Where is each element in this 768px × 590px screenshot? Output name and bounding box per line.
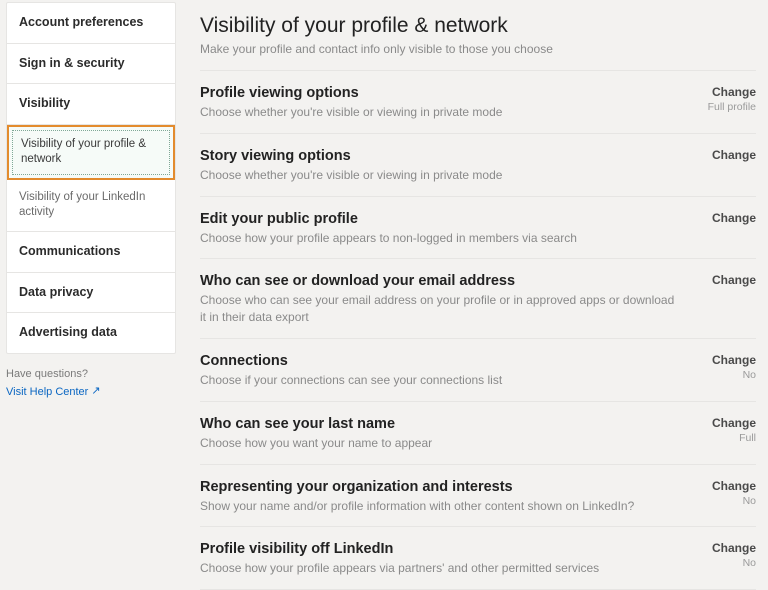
page-subtitle: Make your profile and contact info only … (200, 42, 756, 71)
setting-value: No (694, 369, 756, 381)
setting-row-left: Story viewing options Choose whether you'… (200, 148, 694, 184)
setting-row-right: Change (694, 273, 756, 287)
setting-row-right: Change No (694, 541, 756, 569)
setting-row: Who can see or download your email addre… (200, 259, 756, 339)
change-link[interactable]: Change (694, 148, 756, 162)
external-link-icon: ↗ (91, 386, 100, 397)
setting-title: Profile viewing options (200, 85, 676, 101)
page-title: Visibility of your profile & network (200, 14, 756, 38)
setting-row-left: Connections Choose if your connections ca… (200, 353, 694, 389)
setting-description: Choose if your connections can see your … (200, 372, 676, 389)
setting-title: Edit your public profile (200, 211, 676, 227)
settings-sidebar: Account preferences Sign in & security V… (0, 0, 182, 590)
change-link[interactable]: Change (694, 211, 756, 225)
setting-row-right: Change (694, 211, 756, 225)
setting-value: Full (694, 432, 756, 444)
sidebar-subitem-visibility-activity[interactable]: Visibility of your LinkedIn activity (7, 180, 175, 232)
change-link[interactable]: Change (694, 479, 756, 493)
setting-title: Who can see or download your email addre… (200, 273, 676, 289)
change-link[interactable]: Change (694, 541, 756, 555)
change-link[interactable]: Change (694, 416, 756, 430)
setting-title: Story viewing options (200, 148, 676, 164)
help-center-link-label: Visit Help Center (6, 386, 88, 398)
setting-row: Who can see your last name Choose how you… (200, 402, 756, 465)
sidebar-item-communications[interactable]: Communications (7, 232, 175, 273)
setting-title: Connections (200, 353, 676, 369)
sidebar-item-data-privacy[interactable]: Data privacy (7, 273, 175, 314)
setting-description: Choose how your profile appears via part… (200, 560, 676, 577)
sidebar-nav: Account preferences Sign in & security V… (6, 2, 176, 354)
setting-row-left: Who can see or download your email addre… (200, 273, 694, 326)
setting-row-left: Profile viewing options Choose whether yo… (200, 85, 694, 121)
setting-value: No (694, 557, 756, 569)
sidebar-item-sign-in-security[interactable]: Sign in & security (7, 44, 175, 85)
setting-title: Representing your organization and inter… (200, 479, 676, 495)
setting-row: Profile viewing options Choose whether yo… (200, 71, 756, 134)
change-link[interactable]: Change (694, 353, 756, 367)
setting-title: Profile visibility off LinkedIn (200, 541, 676, 557)
sidebar-item-advertising-data[interactable]: Advertising data (7, 313, 175, 353)
setting-row: Profile visibility off LinkedIn Choose ho… (200, 527, 756, 590)
setting-row: Connections Choose if your connections ca… (200, 339, 756, 402)
setting-value: No (694, 495, 756, 507)
help-question-label: Have questions? (6, 368, 176, 380)
setting-value: Full profile (694, 101, 756, 113)
setting-row: Representing your organization and inter… (200, 465, 756, 528)
sidebar-item-visibility[interactable]: Visibility (7, 84, 175, 125)
setting-row-left: Representing your organization and inter… (200, 479, 694, 515)
setting-row: Edit your public profile Choose how your … (200, 197, 756, 260)
setting-row-left: Who can see your last name Choose how you… (200, 416, 694, 452)
sidebar-item-account-preferences[interactable]: Account preferences (7, 3, 175, 44)
sidebar-subitem-visibility-profile-network[interactable]: Visibility of your profile & network (7, 125, 175, 180)
setting-row-right: Change No (694, 479, 756, 507)
setting-title: Who can see your last name (200, 416, 676, 432)
change-link[interactable]: Change (694, 85, 756, 99)
setting-description: Choose how you want your name to appear (200, 435, 676, 452)
setting-row-right: Change Full profile (694, 85, 756, 113)
setting-description: Choose how your profile appears to non-l… (200, 230, 676, 247)
help-center-link[interactable]: Visit Help Center ↗ (6, 386, 101, 398)
setting-description: Choose who can see your email address on… (200, 292, 676, 326)
setting-row-left: Profile visibility off LinkedIn Choose ho… (200, 541, 694, 577)
setting-row-right: Change No (694, 353, 756, 381)
setting-row-right: Change Full (694, 416, 756, 444)
setting-row: Story viewing options Choose whether you'… (200, 134, 756, 197)
setting-description: Show your name and/or profile informatio… (200, 498, 676, 515)
setting-description: Choose whether you're visible or viewing… (200, 104, 676, 121)
setting-row-left: Edit your public profile Choose how your … (200, 211, 694, 247)
setting-description: Choose whether you're visible or viewing… (200, 167, 676, 184)
change-link[interactable]: Change (694, 273, 756, 287)
help-section: Have questions? Visit Help Center ↗ (6, 368, 176, 398)
setting-row-right: Change (694, 148, 756, 162)
settings-main: Visibility of your profile & network Mak… (182, 0, 768, 590)
